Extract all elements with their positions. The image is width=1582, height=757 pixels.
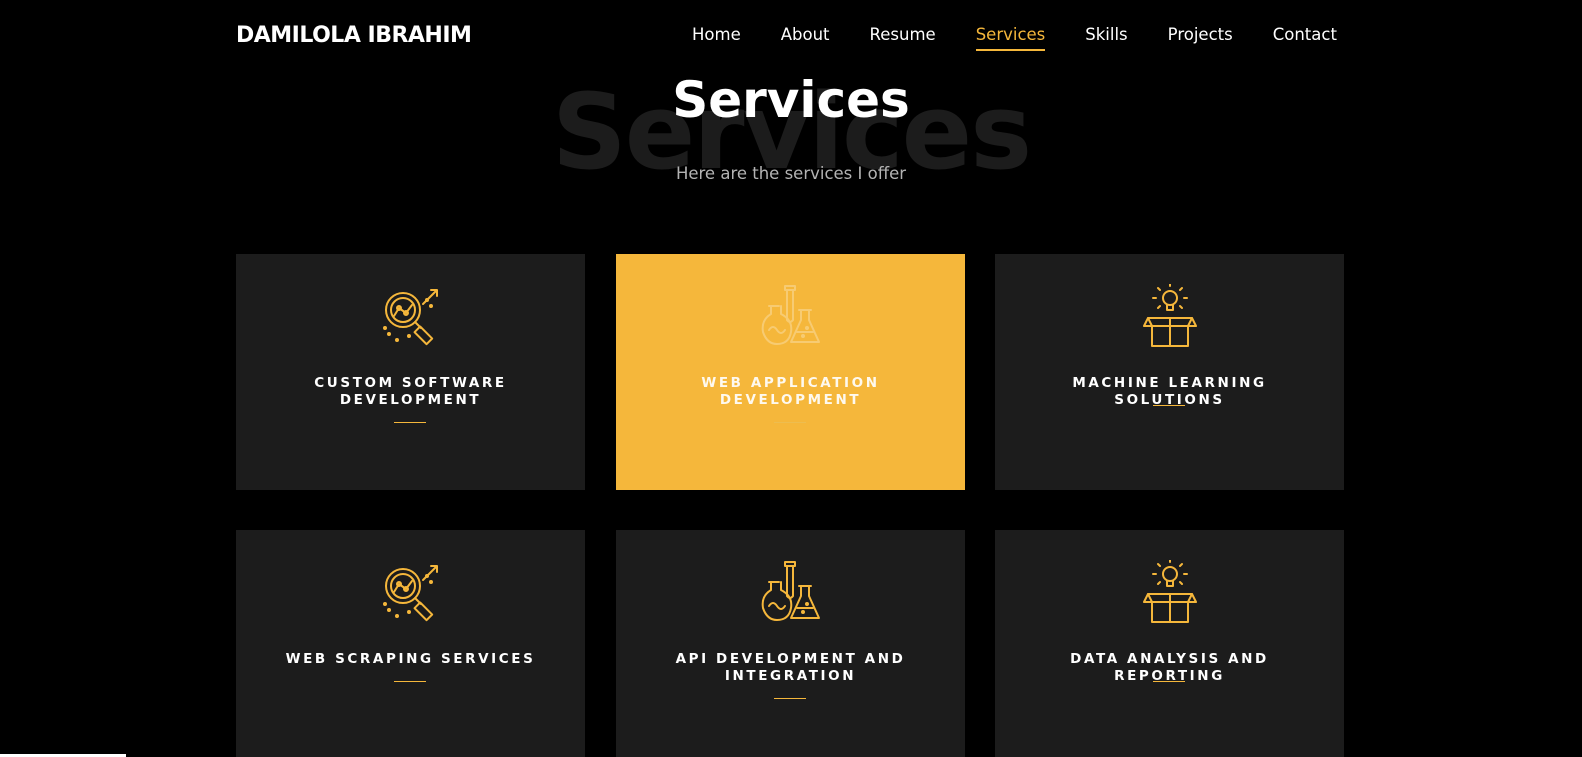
service-card[interactable]: Custom Software Development [236,254,585,490]
magnifier-chart-icon [383,289,438,346]
nav-home[interactable]: Home [692,25,741,44]
title-underline [394,681,426,682]
title-underline [774,698,806,699]
title-underline [394,422,426,423]
service-card[interactable]: Web Scraping Services [236,530,585,757]
title-underline [1153,681,1185,682]
section-subtitle: Here are the services I offer [675,164,907,183]
service-title: Machine Learning Solutions [1072,375,1267,408]
nav-projects[interactable]: Projects [1168,25,1233,44]
nav-resume[interactable]: Resume [870,25,936,44]
service-title: Web Application Development [701,375,880,408]
title-underline [774,422,806,423]
service-title: Data Analysis and Reporting [1070,651,1269,684]
site-logo[interactable]: DAMILOLA IBRAHIM [236,23,472,48]
service-title: API Development and Integration [675,651,906,684]
nav-skills[interactable]: Skills [1085,25,1127,44]
service-title: Custom Software Development [314,375,507,408]
lab-flasks-icon [761,561,820,621]
service-card[interactable]: API Development and Integration [616,530,965,757]
nav-contact[interactable]: Contact [1273,25,1337,44]
section-title: Services [672,71,910,129]
lab-flasks-icon [761,285,820,345]
nav-services[interactable]: Services [975,25,1045,51]
service-title: Web Scraping Services [285,651,536,667]
service-card[interactable]: Web Application Development [616,254,965,490]
service-card[interactable]: Machine Learning Solutions [995,254,1344,490]
main-nav: Home About Resume Services Skills Projec… [692,25,1377,51]
idea-box-icon [1143,284,1197,347]
nav-about[interactable]: About [781,25,830,44]
service-card[interactable]: Data Analysis and Reporting [995,530,1344,757]
services-page: DAMILOLA IBRAHIM Home About Resume Servi… [0,0,1582,757]
title-underline [1153,405,1185,406]
idea-box-icon [1143,560,1197,623]
magnifier-chart-icon [383,565,438,622]
